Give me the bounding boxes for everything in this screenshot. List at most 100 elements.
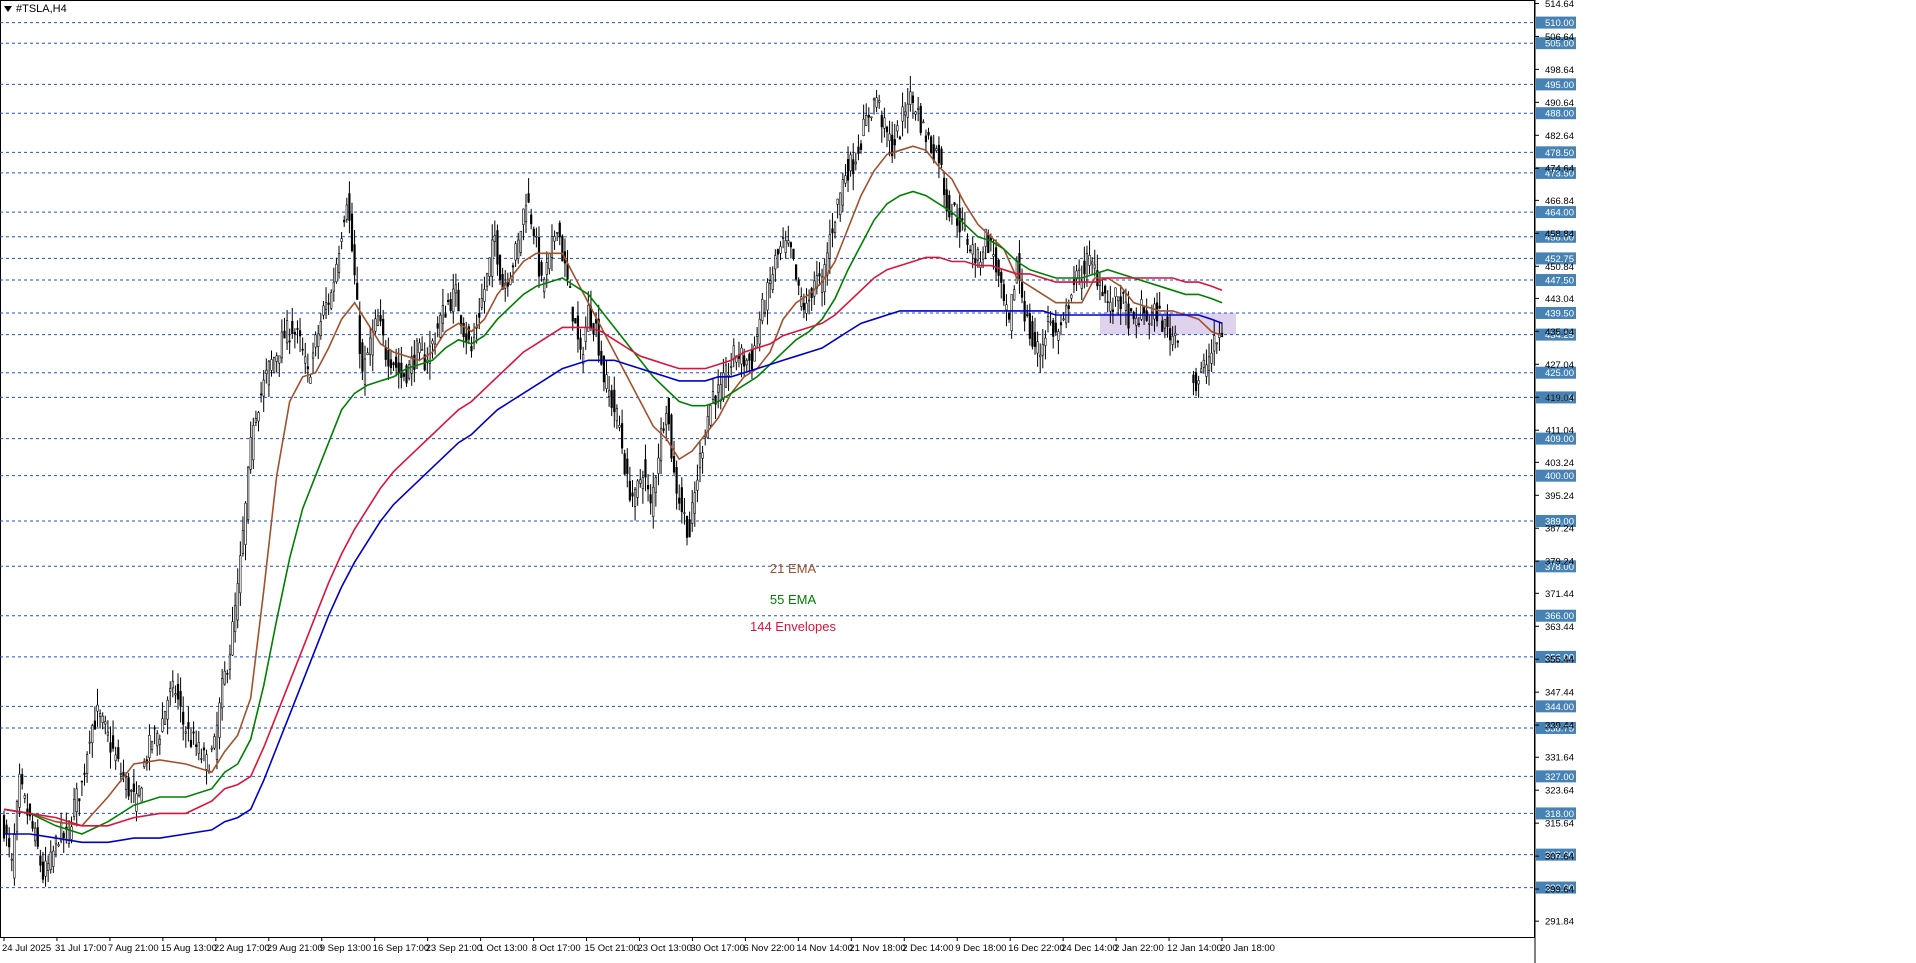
y-tick-label: 307.64 bbox=[1545, 852, 1574, 863]
candle-body bbox=[327, 302, 330, 305]
x-tick-label: 12 Jan 14:00 bbox=[1167, 943, 1222, 954]
candle-body bbox=[371, 330, 374, 356]
candle-body bbox=[1039, 354, 1042, 358]
level-label: 488.00 bbox=[1545, 109, 1574, 120]
candle-body bbox=[109, 742, 112, 753]
y-tick-label: 387.24 bbox=[1545, 524, 1574, 535]
candle-body bbox=[1041, 343, 1044, 356]
candle-body bbox=[267, 360, 270, 386]
candle-body bbox=[769, 280, 772, 285]
candle-body bbox=[610, 390, 613, 408]
candle-body bbox=[195, 744, 198, 747]
candle-body bbox=[981, 251, 985, 260]
candle-body bbox=[262, 379, 265, 397]
x-tick-label: 23 Oct 13:00 bbox=[637, 943, 691, 954]
candle-body bbox=[966, 238, 969, 245]
candle-body bbox=[1213, 335, 1216, 352]
candle-body bbox=[748, 353, 751, 361]
candle-body bbox=[488, 257, 491, 277]
candle-body bbox=[1070, 294, 1073, 299]
candle-body bbox=[784, 240, 787, 253]
candle-body bbox=[275, 355, 278, 362]
candle-body bbox=[758, 318, 761, 345]
candle-body bbox=[1166, 316, 1169, 327]
candle-body bbox=[402, 373, 406, 377]
candle-body bbox=[187, 722, 190, 729]
candle-body bbox=[117, 747, 120, 759]
candle-body bbox=[922, 121, 925, 124]
level-label: 366.00 bbox=[1545, 611, 1574, 622]
candle-body bbox=[382, 319, 385, 336]
candle-body bbox=[511, 265, 515, 268]
candle-body bbox=[917, 108, 920, 110]
candle-body bbox=[797, 279, 800, 286]
candle-body bbox=[8, 838, 11, 848]
candle-body bbox=[1002, 284, 1005, 301]
candle-body bbox=[1168, 328, 1172, 341]
candle-body bbox=[413, 354, 416, 370]
candle-body bbox=[73, 798, 76, 817]
candle-body bbox=[530, 214, 533, 225]
candle-body bbox=[792, 248, 795, 259]
candle-body bbox=[270, 359, 273, 371]
candle-body bbox=[667, 398, 670, 425]
candle-body bbox=[706, 416, 709, 439]
candle-body bbox=[231, 621, 234, 656]
candle-body bbox=[124, 776, 128, 790]
candle-body bbox=[1101, 291, 1104, 297]
candle-body bbox=[189, 739, 193, 747]
level-label: 464.00 bbox=[1545, 208, 1574, 219]
candle-body bbox=[36, 827, 39, 847]
y-tick-label: 339.44 bbox=[1545, 721, 1574, 732]
candle-body bbox=[1000, 271, 1003, 283]
candle-body bbox=[249, 437, 252, 470]
candle-body bbox=[1119, 296, 1122, 310]
candle-body bbox=[47, 863, 50, 871]
candle-body bbox=[839, 192, 842, 216]
ema55-line[interactable] bbox=[3, 190, 1223, 835]
chart-menu-icon[interactable] bbox=[4, 6, 12, 12]
candle-body bbox=[992, 254, 995, 257]
candle-body bbox=[1161, 320, 1164, 332]
y-tick-label: 331.64 bbox=[1545, 753, 1574, 764]
envelope144-line[interactable] bbox=[3, 256, 1223, 827]
candle-body bbox=[226, 673, 229, 675]
candle-body bbox=[600, 350, 603, 365]
candle-body bbox=[870, 116, 873, 119]
candle-body bbox=[963, 225, 966, 230]
candle-body bbox=[527, 193, 530, 203]
candle-body bbox=[247, 466, 250, 520]
candle-body bbox=[579, 337, 582, 350]
candle-body bbox=[379, 315, 382, 322]
candle-body bbox=[1028, 313, 1031, 339]
candle-body bbox=[1059, 322, 1063, 326]
candle-body bbox=[454, 284, 457, 294]
candle-body bbox=[693, 492, 696, 514]
ema21-line[interactable] bbox=[3, 145, 1223, 827]
chart-title[interactable]: #TSLA,H4 bbox=[4, 3, 67, 15]
candle-body bbox=[158, 738, 161, 745]
candle-body bbox=[672, 456, 676, 473]
candle-body bbox=[535, 235, 538, 238]
candle-body bbox=[641, 477, 644, 489]
candle-body bbox=[309, 376, 312, 384]
y-tick-label: 411.04 bbox=[1546, 426, 1574, 437]
candle-body bbox=[441, 305, 444, 324]
candle-body bbox=[285, 320, 289, 344]
candle-body bbox=[914, 111, 917, 115]
candle-body bbox=[340, 238, 343, 243]
envelope144-lower-line[interactable] bbox=[4, 310, 1223, 844]
candle-body bbox=[480, 297, 483, 308]
candle-body bbox=[1044, 337, 1047, 346]
candle-body bbox=[306, 366, 309, 370]
candle-body bbox=[395, 356, 398, 368]
candle-body bbox=[956, 218, 959, 226]
candle-body bbox=[1031, 321, 1034, 347]
candle-body bbox=[244, 502, 247, 545]
candle-body bbox=[234, 605, 237, 633]
candle-body bbox=[854, 161, 857, 165]
y-tick-label: 371.44 bbox=[1545, 589, 1574, 600]
candle-body bbox=[135, 793, 138, 812]
candle-body bbox=[537, 237, 541, 277]
candle-body bbox=[818, 273, 821, 277]
